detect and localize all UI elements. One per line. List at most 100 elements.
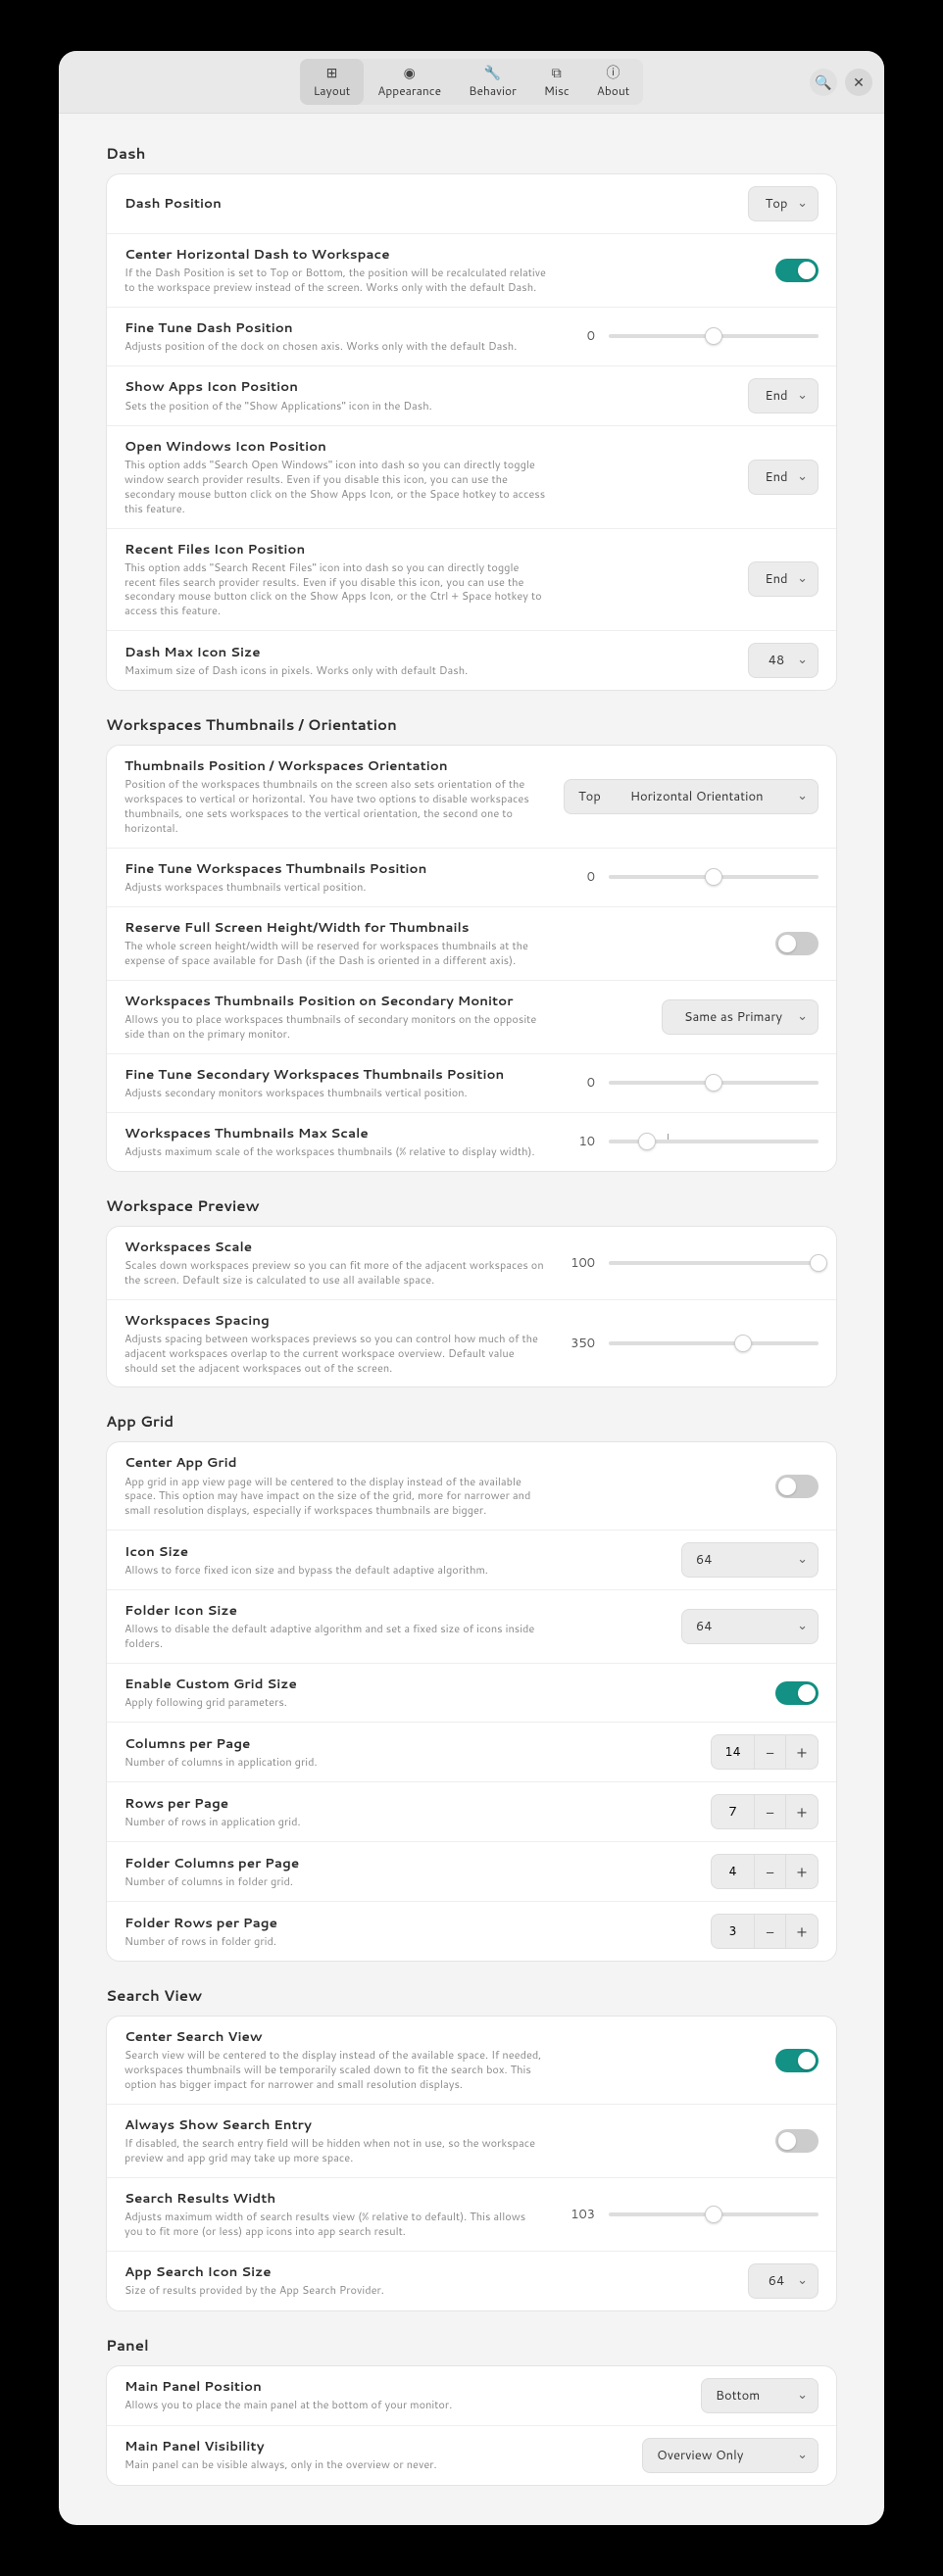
row-desc: App grid in app view page will be center… [124, 1475, 546, 1519]
row-desc: Sets the position of the "Show Applicati… [124, 399, 546, 413]
minus-button[interactable]: − [755, 1735, 786, 1769]
header-actions: 🔍 ✕ [810, 69, 872, 96]
finetune-secondary-slider[interactable]: 0 [564, 1074, 819, 1092]
row-show-apps-icon: Show Apps Icon PositionSets the position… [107, 366, 836, 426]
custom-grid-toggle[interactable] [775, 1681, 819, 1705]
tab-behavior[interactable]: 🔧 Behavior [455, 59, 530, 105]
group-appgrid: Center App GridApp grid in app view page… [106, 1441, 837, 1962]
columns-stepper[interactable]: 14−+ [711, 1734, 819, 1770]
center-appgrid-toggle[interactable] [775, 1475, 819, 1498]
center-search-toggle[interactable] [775, 2049, 819, 2072]
row-desc: If disabled, the search entry field will… [124, 2136, 546, 2165]
tab-layout[interactable]: ⊞ Layout [300, 59, 365, 105]
row-title: Folder Columns per Page [124, 1855, 693, 1872]
search-icon-size-dropdown[interactable]: 64 [748, 2263, 819, 2299]
finetune-dash-slider[interactable]: 0 [564, 327, 819, 345]
folder-rows-stepper[interactable]: 3−+ [711, 1914, 819, 1949]
layout-icon: ⊞ [323, 65, 339, 80]
section-title-wsthumbs: Workspaces Thumbnails / Orientation [106, 714, 837, 735]
always-search-toggle[interactable] [775, 2129, 819, 2153]
plus-button[interactable]: + [786, 1735, 818, 1769]
thumbs-secondary-dropdown[interactable]: Same as Primary [662, 999, 819, 1035]
close-button[interactable]: ✕ [845, 69, 872, 96]
row-search-icon-size: App Search Icon SizeSize of results prov… [107, 2252, 836, 2310]
row-center-search: Center Search ViewSearch view will be ce… [107, 2017, 836, 2105]
row-columns: Columns per Page Number of columns in app… [107, 1723, 836, 1782]
plus-button[interactable]: + [786, 1915, 818, 1948]
panel-visibility-dropdown[interactable]: Overview Only [642, 2438, 819, 2473]
row-panel-position: Main Panel PositionAllows you to place t… [107, 2366, 836, 2426]
minus-button[interactable]: − [755, 1915, 786, 1948]
tab-label: About [597, 82, 630, 99]
row-desc: Search view will be centered to the disp… [124, 2048, 546, 2092]
plus-button[interactable]: + [786, 1795, 818, 1828]
ws-scale-slider[interactable]: 100 [564, 1254, 819, 1272]
row-search-width: Search Results WidthAdjusts maximum widt… [107, 2178, 836, 2252]
row-title: Main Panel Visibility [124, 2438, 624, 2455]
row-desc: This option adds "Search Open Windows" i… [124, 458, 546, 515]
folder-columns-stepper[interactable]: 4−+ [711, 1854, 819, 1889]
recent-files-dropdown[interactable]: End [748, 561, 819, 597]
ws-spacing-slider[interactable]: 350 [564, 1335, 819, 1352]
group-wsthumbs: Thumbnails Position / Workspaces Orienta… [106, 745, 837, 1172]
panel-position-dropdown[interactable]: Bottom [701, 2378, 819, 2413]
thumbs-maxscale-slider[interactable]: 10 [564, 1133, 819, 1150]
row-title: Center Horizontal Dash to Workspace [124, 246, 758, 264]
row-folder-icon-size: Folder Icon SizeAllows to disable the de… [107, 1590, 836, 1664]
rows-stepper[interactable]: 7−+ [711, 1794, 819, 1829]
row-desc: Adjusts spacing between workspaces previ… [124, 1332, 546, 1376]
row-recent-files-icon: Recent Files Icon PositionThis option ad… [107, 529, 836, 632]
row-ws-scale: Workspaces ScaleScales down workspaces p… [107, 1227, 836, 1300]
row-desc: Size of results provided by the App Sear… [124, 2283, 546, 2298]
row-desc: If the Dash Position is set to Top or Bo… [124, 266, 546, 295]
show-apps-dropdown[interactable]: End [748, 378, 819, 413]
row-title: Dash Position [124, 195, 730, 213]
tab-about[interactable]: ⓘ About [583, 59, 644, 105]
row-title: Search Results Width [124, 2190, 546, 2208]
tab-appearance[interactable]: ◉ Appearance [364, 59, 455, 105]
row-title: Folder Icon Size [124, 1602, 664, 1620]
tab-misc[interactable]: ⧉ Misc [530, 59, 583, 105]
reserve-fullscreen-toggle[interactable] [775, 932, 819, 955]
row-desc: Maximum size of Dash icons in pixels. Wo… [124, 663, 546, 678]
row-custom-grid: Enable Custom Grid SizeApply following g… [107, 1664, 836, 1723]
row-title: Rows per Page [124, 1795, 693, 1813]
center-dash-toggle[interactable] [775, 259, 819, 282]
icon-size-dropdown[interactable]: 64 [681, 1542, 819, 1578]
section-title-search: Search View [106, 1985, 837, 2006]
row-reserve-fullscreen: Reserve Full Screen Height/Width for Thu… [107, 907, 836, 981]
row-thumbs-secondary: Workspaces Thumbnails Position on Second… [107, 981, 836, 1054]
plus-button[interactable]: + [786, 1855, 818, 1888]
open-windows-dropdown[interactable]: End [748, 460, 819, 495]
dash-position-dropdown[interactable]: Top [748, 186, 819, 221]
dash-max-icon-dropdown[interactable]: 48 [748, 643, 819, 678]
row-finetune-thumbs: Fine Tune Workspaces Thumbnails Position… [107, 849, 836, 907]
search-button[interactable]: 🔍 [810, 69, 837, 96]
row-desc: Number of columns in folder grid. [124, 1874, 546, 1889]
row-title: Thumbnails Position / Workspaces Orienta… [124, 757, 546, 775]
row-desc: Adjusts secondary monitors workspaces th… [124, 1086, 546, 1100]
group-dash: Dash Position Top Center Horizontal Dash… [106, 173, 837, 691]
row-desc: Adjusts position of the dock on chosen a… [124, 339, 546, 354]
row-title: Workspaces Thumbnails Position on Second… [124, 993, 644, 1010]
row-title: Columns per Page [124, 1735, 693, 1753]
search-width-slider[interactable]: 103 [564, 2206, 819, 2223]
row-desc: Position of the workspaces thumbnails on… [124, 777, 546, 835]
row-rows: Rows per PageNumber of rows in applicati… [107, 1782, 836, 1842]
minus-button[interactable]: − [755, 1855, 786, 1888]
misc-icon: ⧉ [549, 65, 565, 80]
finetune-thumbs-slider[interactable]: 0 [564, 868, 819, 886]
tab-bar: ⊞ Layout ◉ Appearance 🔧 Behavior ⧉ Misc … [300, 59, 644, 105]
row-desc: Number of columns in application grid. [124, 1755, 546, 1770]
section-title-appgrid: App Grid [106, 1411, 837, 1432]
row-title: Open Windows Icon Position [124, 438, 730, 456]
group-search: Center Search ViewSearch view will be ce… [106, 2016, 837, 2311]
settings-window: ⊞ Layout ◉ Appearance 🔧 Behavior ⧉ Misc … [59, 51, 884, 2525]
section-title-panel: Panel [106, 2335, 837, 2356]
thumbs-position-dropdown[interactable]: TopHorizontal Orientation [564, 779, 819, 814]
section-title-dash: Dash [106, 143, 837, 164]
minus-button[interactable]: − [755, 1795, 786, 1828]
folder-icon-size-dropdown[interactable]: 64 [681, 1609, 819, 1644]
search-icon: 🔍 [815, 73, 831, 92]
row-title: Recent Files Icon Position [124, 541, 730, 559]
